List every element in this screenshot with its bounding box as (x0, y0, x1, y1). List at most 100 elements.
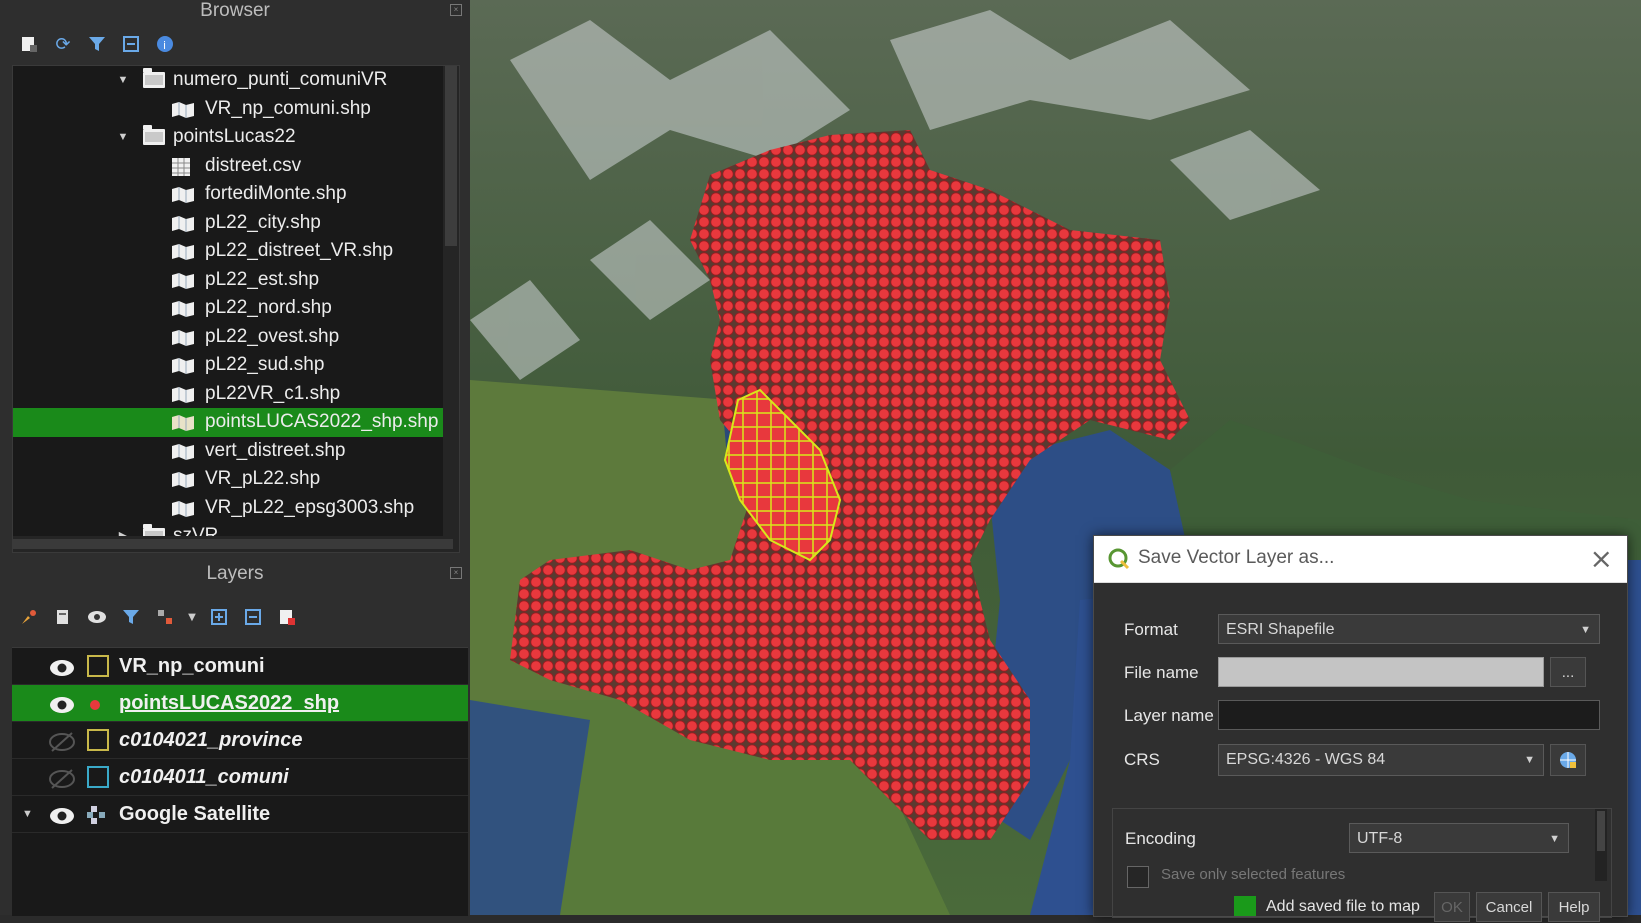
browser-item[interactable]: pL22_sud.shp (13, 351, 459, 380)
layername-input[interactable] (1218, 700, 1600, 730)
browser-item-label: fortediMonte.shp (205, 183, 347, 204)
encoding-value: UTF-8 (1357, 830, 1403, 847)
eye-icon[interactable] (48, 655, 76, 677)
browser-item[interactable]: VR_np_comuni.shp (13, 95, 459, 124)
eye-hidden-icon[interactable] (48, 729, 76, 752)
browser-item[interactable]: pointsLUCAS2022_shp.shp (13, 408, 459, 437)
layer-item[interactable]: ▼ Google Satellite (12, 796, 468, 833)
crs-value: EPSG:4326 - WGS 84 (1226, 751, 1386, 768)
expanded-arrow-icon[interactable]: ▼ (117, 66, 129, 95)
browser-item[interactable]: pL22_distreet_VR.shp (13, 237, 459, 266)
encoding-label: Encoding (1125, 829, 1196, 848)
add-to-map-checkbox[interactable] (1234, 896, 1256, 916)
browser-item[interactable]: VR_pL22.shp (13, 465, 459, 494)
layers-tree[interactable]: VR_np_comuni pointsLUCAS2022_shp c0104021_… (12, 647, 468, 916)
crs-select[interactable]: EPSG:4326 - WGS 84 ▼ (1218, 744, 1544, 776)
browser-item[interactable]: vert_distreet.shp (13, 437, 459, 466)
eye-icon[interactable] (48, 692, 76, 714)
options-scrollbar[interactable] (1595, 809, 1607, 881)
browser-item[interactable]: ▼ numero_punti_comuniVR (13, 66, 459, 95)
format-label: Format (1124, 620, 1178, 639)
vector-layer-icon (171, 214, 194, 232)
folder-icon (143, 68, 165, 88)
qgis-logo-icon (1108, 548, 1130, 570)
layer-item[interactable]: c0104021_province (12, 722, 468, 759)
browser-item-label: pointsLUCAS2022_shp.shp (205, 411, 439, 432)
vector-layer-icon (171, 499, 194, 517)
browser-horizontal-scrollbar[interactable] (13, 536, 453, 552)
close-icon[interactable]: × (1590, 542, 1613, 575)
layer-item[interactable]: c0104011_comuni (12, 759, 468, 796)
ok-button[interactable]: OK (1434, 892, 1470, 922)
format-select[interactable]: ESRI Shapefile ▼ (1218, 614, 1600, 644)
eye-icon[interactable] (48, 803, 76, 825)
filter-legend-icon[interactable] (154, 606, 176, 628)
browser-item[interactable]: pL22_ovest.shp (13, 323, 459, 352)
crs-label: CRS (1124, 750, 1160, 769)
layers-close-icon[interactable]: × (450, 567, 462, 579)
help-button[interactable]: Help (1548, 892, 1600, 922)
expanded-arrow-icon[interactable]: ▼ (117, 123, 129, 152)
browser-item[interactable]: pL22_est.shp (13, 266, 459, 295)
add-layer-icon[interactable] (18, 33, 40, 55)
raster-icon (87, 803, 109, 825)
layer-name: pointsLUCAS2022_shp (119, 692, 340, 714)
save-selected-checkbox[interactable] (1127, 866, 1149, 888)
browser-item-label: vert_distreet.shp (205, 439, 346, 461)
vector-layer-icon (171, 271, 194, 289)
layer-name: c0104011_comuni (119, 766, 289, 788)
style-icon[interactable] (18, 606, 40, 628)
browser-item[interactable]: pL22VR_c1.shp (13, 380, 459, 409)
layer-filter-icon[interactable] (120, 606, 142, 628)
chevron-down-icon: ▼ (1524, 754, 1535, 766)
vector-layer-icon (171, 100, 194, 118)
manage-visibility-icon[interactable] (86, 606, 108, 628)
browser-item[interactable]: ▼ pointsLucas22 (13, 123, 459, 152)
save-selected-label: Save only selected features (1161, 866, 1346, 880)
browser-item-label: pL22VR_c1.shp (205, 382, 341, 404)
layer-item[interactable]: pointsLUCAS2022_shp (12, 685, 468, 722)
add-group-icon[interactable] (52, 606, 74, 628)
browser-item[interactable]: pL22_nord.shp (13, 294, 459, 323)
crs-selector-button[interactable] (1550, 744, 1586, 776)
polygon-symbol-icon (87, 766, 109, 788)
browser-item[interactable]: distreet.csv (13, 152, 459, 181)
vector-layer-icon (171, 385, 194, 403)
browser-item-label: pL22_sud.shp (205, 354, 325, 375)
filter-icon[interactable] (86, 33, 108, 55)
browser-close-icon[interactable]: × (450, 4, 462, 16)
layer-name: VR_np_comuni (119, 655, 265, 677)
browser-item-label: numero_punti_comuniVR (173, 69, 388, 90)
encoding-select[interactable]: UTF-8 ▼ (1349, 823, 1569, 853)
browser-title: Browser (200, 0, 270, 21)
save-vector-layer-dialog: Save Vector Layer as... × Format ESRI Sh… (1093, 535, 1628, 922)
vector-layer-icon (171, 328, 194, 346)
vector-layer-icon (171, 356, 194, 374)
cancel-button[interactable]: Cancel (1476, 892, 1542, 922)
browser-item[interactable]: fortediMonte.shp (13, 180, 459, 209)
browser-item-label: pL22_nord.shp (205, 297, 332, 318)
collapse-all-icon[interactable] (120, 33, 142, 55)
expand-all-icon[interactable] (208, 606, 230, 628)
eye-hidden-icon[interactable] (48, 766, 76, 789)
layer-name: c0104021_province (119, 729, 303, 751)
expanded-arrow-icon[interactable]: ▼ (22, 796, 33, 832)
browser-tree[interactable]: ▼ numero_punti_comuniVR VR_np_comuni.shp ▼ p… (12, 65, 460, 553)
layer-item[interactable]: VR_np_comuni (12, 648, 468, 685)
browser-vertical-scrollbar[interactable] (443, 66, 459, 552)
browser-item-label: VR_np_comuni.shp (205, 97, 371, 119)
layers-panel-title: Layers × (0, 563, 470, 587)
vector-layer-icon (171, 185, 194, 203)
browser-item[interactable]: VR_pL22_epsg3003.shp (13, 494, 459, 523)
browser-item-label: VR_pL22_epsg3003.shp (205, 496, 415, 518)
remove-layer-icon[interactable] (276, 606, 298, 628)
browser-item[interactable]: pL22_city.shp (13, 209, 459, 238)
dropdown-arrow-icon[interactable]: ▼ (188, 606, 196, 628)
collapse-layers-icon[interactable] (242, 606, 264, 628)
filename-input[interactable] (1218, 657, 1544, 687)
vector-layer-icon (171, 442, 194, 460)
table-icon (171, 157, 193, 176)
info-icon[interactable]: i (154, 33, 176, 55)
browse-button[interactable]: ... (1550, 657, 1586, 687)
refresh-icon[interactable]: ⟳ (52, 33, 74, 55)
